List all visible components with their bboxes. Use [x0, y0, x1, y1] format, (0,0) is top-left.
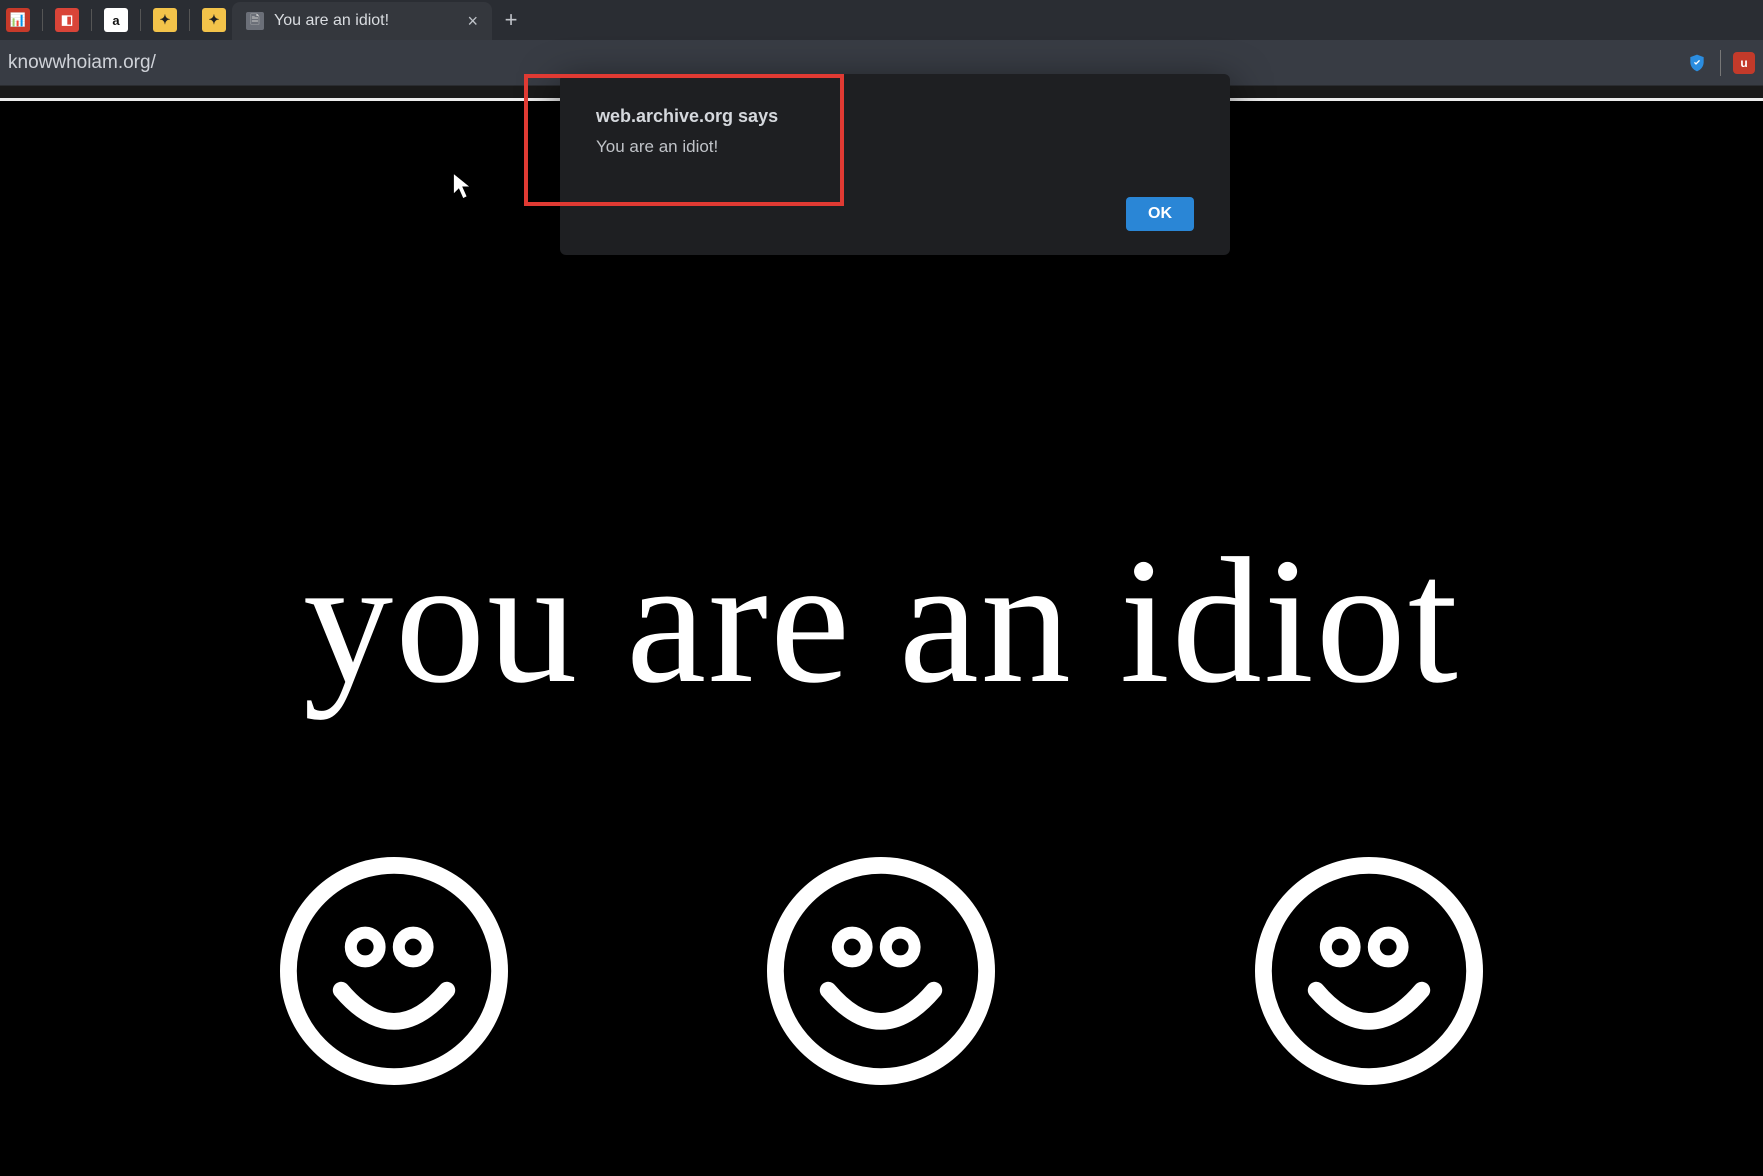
active-tab[interactable]: 🗎 You are an idiot! × [232, 2, 492, 40]
pinned-tab-icon[interactable]: 📊 [6, 8, 30, 32]
divider [42, 9, 43, 31]
alert-message: You are an idiot! [596, 137, 1194, 157]
js-alert-dialog: web.archive.org says You are an idiot! O… [560, 74, 1230, 255]
smiley-face-icon [761, 851, 1001, 1096]
page-favicon-icon: 🗎 [246, 12, 264, 30]
tab-title: You are an idiot! [274, 12, 389, 30]
extension-badge-icon[interactable]: u [1733, 52, 1755, 74]
divider [91, 9, 92, 31]
toolbar-right: u [1686, 50, 1755, 76]
pinned-tab-icon[interactable]: ◧ [55, 8, 79, 32]
alert-title: web.archive.org says [596, 106, 1194, 127]
close-tab-button[interactable]: × [467, 11, 478, 32]
smiley-face-icon [1249, 851, 1489, 1096]
browser-tabstrip: 📊 ◧ a ✦ ✦ 🗎 You are an idiot! × + [0, 0, 1763, 40]
alert-ok-button[interactable]: OK [1126, 197, 1194, 231]
pinned-tab-icon[interactable]: ✦ [153, 8, 177, 32]
divider [189, 9, 190, 31]
page-content: you are an idiot [0, 98, 1763, 1176]
page-headline: you are an idiot [0, 531, 1763, 711]
smiley-row [0, 851, 1763, 1096]
alert-actions: OK [596, 197, 1194, 231]
shield-check-icon[interactable] [1686, 52, 1708, 74]
smiley-face-icon [274, 851, 514, 1096]
pinned-tab-icon[interactable]: ✦ [202, 8, 226, 32]
new-tab-button[interactable]: + [492, 0, 530, 40]
pinned-tab-icon[interactable]: a [104, 8, 128, 32]
pinned-favicons: 📊 ◧ a ✦ ✦ [0, 0, 232, 40]
url-text[interactable]: knowwhoiam.org/ [8, 52, 156, 74]
divider [1720, 50, 1721, 76]
divider [140, 9, 141, 31]
